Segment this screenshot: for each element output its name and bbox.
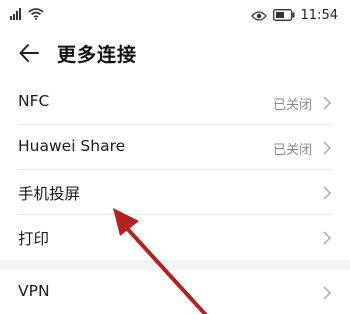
list-item-nfc[interactable]: NFC 已关闭: [0, 80, 350, 125]
list-item-label: NFC: [18, 92, 50, 110]
chevron-right-icon: [322, 95, 332, 111]
list-item-screen-projection[interactable]: 手机投屏: [0, 170, 350, 215]
list-item-print[interactable]: 打印: [0, 215, 350, 260]
chevron-right-icon: [322, 185, 332, 201]
screen: 11:54 更多连接 NFC 已关闭 Huawei Share 已关闭 手机投屏…: [0, 0, 350, 314]
settings-list: NFC 已关闭 Huawei Share 已关闭 手机投屏 打印 VPN: [0, 80, 350, 314]
back-arrow-icon: [18, 44, 40, 70]
back-button[interactable]: [18, 40, 42, 66]
chevron-right-icon: [322, 230, 332, 246]
list-item-status: 已关闭: [272, 98, 312, 113]
list-item-huawei-share[interactable]: Huawei Share 已关闭: [0, 125, 350, 170]
eye-comfort-icon: [250, 6, 267, 25]
status-bar: 11:54: [0, 0, 350, 32]
list-item-label: Huawei Share: [18, 137, 126, 155]
chevron-right-icon: [322, 285, 332, 301]
status-right: 11:54: [250, 6, 338, 25]
section-gap: [0, 260, 350, 270]
wifi-icon: [28, 5, 44, 24]
page-title: 更多连接: [57, 44, 138, 66]
status-time: 11:54: [300, 7, 338, 23]
status-left: [10, 6, 44, 22]
list-item-label: 打印: [18, 230, 50, 248]
signal-icon: [10, 5, 22, 24]
chevron-right-icon: [322, 140, 332, 156]
header: 更多连接: [0, 32, 350, 76]
battery-icon: [272, 6, 295, 25]
list-item-status: 已关闭: [272, 143, 312, 158]
list-item-vpn[interactable]: VPN: [0, 270, 350, 314]
list-item-label: 手机投屏: [18, 185, 81, 203]
list-item-label: VPN: [18, 282, 50, 300]
